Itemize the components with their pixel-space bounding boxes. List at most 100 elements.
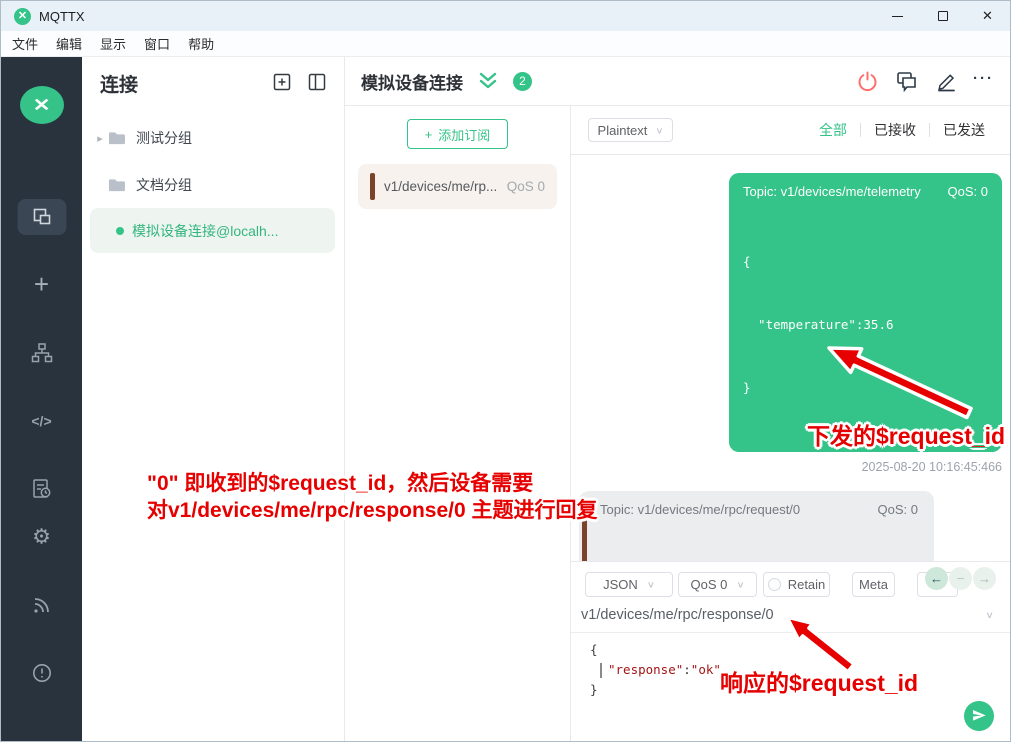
connection-group-test[interactable]: ▸ 测试分组 — [90, 120, 336, 156]
nav-log[interactable] — [30, 477, 54, 501]
menu-edit[interactable]: 编辑 — [47, 34, 91, 53]
group-label: 文档分组 — [136, 175, 192, 195]
message-bubble-sent: Topic: v1/devices/me/telemetry QoS: 0 { … — [729, 173, 1002, 452]
new-connection-button[interactable]: + — [34, 271, 49, 297]
connections-icon — [31, 206, 53, 228]
publish-payload-type-dropdown[interactable]: JSON ∨ — [585, 572, 673, 597]
code-icon: </> — [31, 413, 51, 429]
publish-panel: JSON ∨ QoS 0 ∨ Retain — [571, 561, 1010, 741]
nav-topic-tree[interactable] — [30, 341, 54, 365]
maximize-button[interactable] — [920, 1, 965, 31]
text-cursor — [600, 663, 602, 678]
nav-script[interactable]: </> — [31, 413, 51, 429]
menubar: 文件 编辑 显示 窗口 帮助 — [1, 31, 1010, 57]
message-topic: Topic: v1/devices/me/telemetry — [743, 184, 921, 199]
maximize-icon — [938, 11, 948, 21]
message-count-badge: 2 — [513, 72, 532, 91]
chevron-down-icon: ∨ — [655, 125, 663, 135]
subscription-item[interactable]: v1/devices/me/rp... QoS 0 — [358, 164, 557, 209]
window-title: MQTTX — [39, 9, 85, 24]
pencil-icon — [934, 69, 958, 93]
plus-icon: + — [34, 271, 49, 297]
new-connection-icon-button[interactable] — [272, 72, 292, 92]
columns-icon — [307, 72, 327, 92]
subscription-color-marker — [370, 173, 375, 200]
double-chevron-down-icon — [477, 70, 499, 92]
connections-title: 连接 — [100, 70, 138, 97]
filter-bar: Plaintext ∨ 全部 已接收 已发送 — [571, 106, 1010, 155]
publish-topic-input[interactable]: v1/devices/me/rpc/response/0 ∨ — [571, 597, 1010, 633]
caret-right-icon: ▸ — [93, 132, 107, 145]
group-label: 测试分组 — [136, 128, 192, 148]
plus-icon: + — [425, 127, 433, 142]
subscription-topic: v1/devices/me/rp... — [384, 179, 497, 194]
payload-editor[interactable]: { "response":"ok" } — [571, 633, 1010, 700]
message-qos: QoS: 0 — [948, 184, 988, 199]
publish-qos-dropdown[interactable]: QoS 0 ∨ — [678, 572, 757, 597]
brand-logo-icon: ✕ — [20, 86, 64, 124]
paper-plane-icon — [971, 708, 987, 724]
send-button[interactable] — [964, 701, 994, 731]
tab-published[interactable]: 已发送 — [930, 120, 998, 140]
gear-icon: ⚙ — [32, 525, 51, 550]
history-navigation: ← − → — [925, 567, 996, 590]
payload-type-dropdown[interactable]: Plaintext ∨ — [588, 118, 673, 142]
nav-broadcast[interactable] — [31, 594, 53, 616]
titlebar: ✕ MQTTX ✕ — [1, 1, 1010, 31]
info-icon — [31, 662, 53, 684]
plus-square-icon — [272, 72, 292, 92]
log-icon — [30, 477, 54, 501]
menu-view[interactable]: 显示 — [91, 34, 135, 53]
edit-connection-button[interactable] — [934, 69, 958, 93]
mqttx-window: ✕ MQTTX ✕ 文件 编辑 显示 窗口 帮助 ✕ + </> — [0, 0, 1011, 742]
history-back-button[interactable]: ← — [925, 567, 948, 590]
connection-label: 模拟设备连接@localh... — [132, 221, 278, 241]
message-topic: Topic: v1/devices/me/rpc/request/0 — [600, 502, 800, 517]
menu-window[interactable]: 窗口 — [135, 34, 179, 53]
connected-status-dot — [116, 227, 124, 235]
toggle-layout-button[interactable] — [307, 72, 327, 92]
left-rail: ✕ + </> ⚙ — [1, 57, 82, 741]
page-title: 模拟设备连接 — [361, 69, 463, 94]
chat-bubbles-icon — [894, 69, 919, 93]
minimize-icon — [892, 16, 903, 17]
retain-checkbox[interactable]: Retain — [763, 572, 830, 597]
connections-panel: 连接 ▸ 测试分组 文档分组 模拟设备连接@localh... — [82, 57, 345, 741]
meta-button[interactable]: Meta — [852, 572, 895, 597]
history-forward-button[interactable]: → — [973, 567, 996, 590]
power-icon — [856, 70, 879, 93]
new-window-chat-button[interactable] — [894, 69, 919, 93]
subscriptions-panel: + 添加订阅 v1/devices/me/rp... QoS 0 — [345, 106, 571, 741]
minimize-button[interactable] — [875, 1, 920, 31]
close-button[interactable]: ✕ — [965, 1, 1010, 31]
folder-icon — [107, 130, 126, 146]
history-current-button[interactable]: − — [949, 567, 972, 590]
radio-circle-icon — [768, 578, 781, 591]
connection-item-selected[interactable]: 模拟设备连接@localh... — [90, 208, 335, 253]
message-timestamp: 2025-08-20 10:16:45:466 — [579, 460, 1002, 474]
nav-settings[interactable]: ⚙ — [32, 525, 51, 550]
chevron-down-icon: ∨ — [985, 609, 994, 620]
message-list[interactable]: Topic: v1/devices/me/telemetry QoS: 0 { … — [571, 155, 1010, 561]
nav-about[interactable] — [31, 662, 53, 684]
subscription-qos: QoS 0 — [507, 179, 545, 194]
menu-file[interactable]: 文件 — [3, 34, 47, 53]
add-subscription-button[interactable]: + 添加订阅 — [407, 119, 508, 149]
sitemap-icon — [30, 341, 54, 365]
disconnect-button[interactable] — [856, 70, 879, 93]
tab-received[interactable]: 已接收 — [861, 120, 929, 140]
messages-panel: Plaintext ∨ 全部 已接收 已发送 — [571, 106, 1010, 741]
rss-icon — [31, 594, 53, 616]
collapse-connection-icon[interactable] — [477, 70, 499, 92]
close-icon: ✕ — [982, 8, 993, 24]
message-qos: QoS: 0 — [878, 502, 918, 517]
folder-icon — [107, 177, 126, 193]
connection-group-docs[interactable]: 文档分组 — [90, 167, 336, 203]
tab-all[interactable]: 全部 — [806, 120, 860, 140]
more-options-button[interactable]: ··· — [973, 70, 994, 93]
chevron-down-icon: ∨ — [736, 579, 744, 589]
message-bubble-received: Topic: v1/devices/me/rpc/request/0 QoS: … — [579, 491, 934, 561]
menu-help[interactable]: 帮助 — [179, 34, 223, 53]
message-filter-tabs: 全部 已接收 已发送 — [806, 120, 998, 140]
content-area: 模拟设备连接 2 ··· — [345, 57, 1010, 741]
